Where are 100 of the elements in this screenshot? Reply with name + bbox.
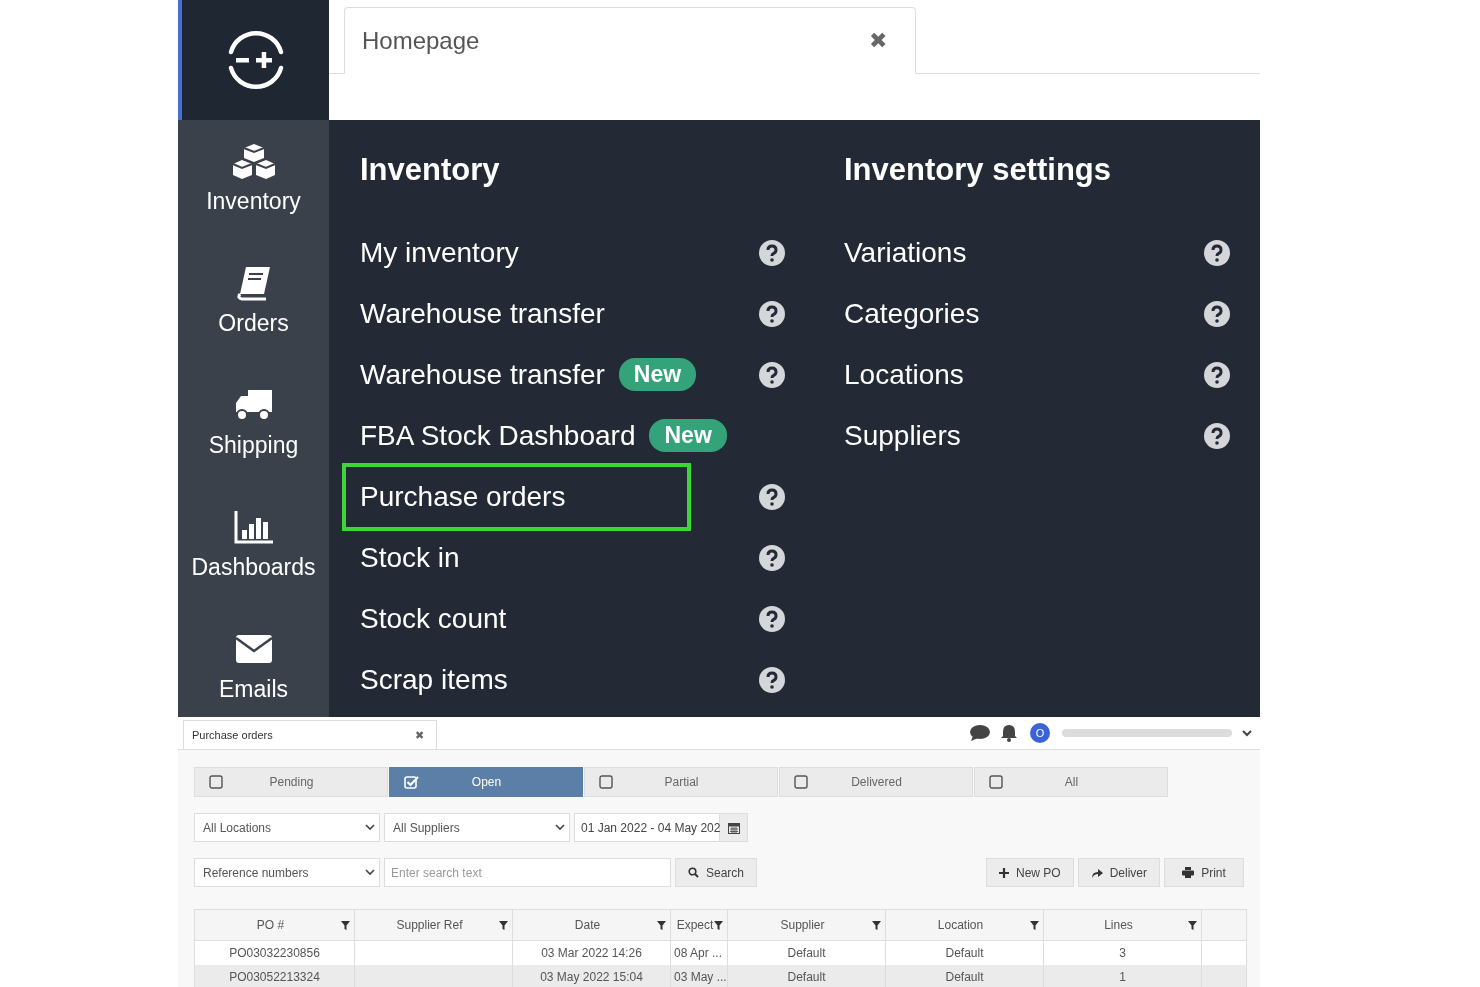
checkbox-icon [599, 775, 614, 789]
search-field[interactable]: Enter search text [384, 858, 671, 887]
help-icon[interactable] [1204, 422, 1230, 449]
chevron-down-icon [365, 824, 375, 831]
checkbox-icon [794, 775, 809, 789]
sidebar-item[interactable]: Orders [178, 264, 329, 386]
share-arrow-icon [1090, 867, 1103, 878]
menu-item[interactable]: Categories [826, 285, 998, 342]
dropdown-value: Reference numbers [203, 865, 309, 880]
filter-icon[interactable] [341, 921, 350, 930]
menu-item[interactable]: My inventory [342, 224, 537, 281]
menu-heading: Inventory [360, 152, 501, 189]
sidebar-item[interactable]: Emails [178, 630, 329, 717]
menu-heading: Inventory settings [844, 152, 1112, 189]
bar-chart-icon [233, 508, 274, 546]
status-filter-tab[interactable]: Open [389, 767, 583, 797]
tab-title: Purchase orders [192, 729, 274, 741]
filter-icon[interactable] [1030, 921, 1039, 930]
page-tab[interactable]: Homepage ✖ [344, 7, 916, 74]
boxes-icon [231, 142, 276, 180]
menu-item[interactable]: Stock in [342, 529, 478, 586]
action-button[interactable]: Print [1164, 858, 1244, 887]
calendar-button[interactable] [720, 813, 748, 842]
help-icon[interactable] [1204, 239, 1230, 266]
table-cell: PO03032230856 [229, 946, 320, 960]
column-header[interactable]: Lines [1044, 910, 1202, 940]
menu-item[interactable]: Scrap items [342, 651, 526, 708]
menu-item[interactable]: Purchase orders [342, 462, 692, 531]
menu-item[interactable]: Suppliers [826, 407, 979, 464]
table-cell: Default [945, 946, 984, 960]
sidebar-item[interactable]: Dashboards [178, 508, 329, 630]
table-cell: PO03052213324 [229, 970, 320, 984]
supplier-dropdown[interactable]: All Suppliers [384, 813, 570, 842]
checkbox-icon [209, 775, 224, 789]
chevron-down-icon [555, 824, 565, 831]
column-header[interactable]: Expect [671, 910, 728, 940]
close-icon[interactable]: ✖ [869, 28, 887, 54]
calendar-icon [727, 821, 740, 834]
checked-checkbox-icon [404, 775, 419, 789]
column-header[interactable]: Supplier [728, 910, 886, 940]
chat-icon[interactable] [970, 725, 990, 741]
chevron-down-icon [365, 869, 375, 876]
date-range-field[interactable]: 01 Jan 2022 - 04 May 202 [574, 813, 720, 842]
menu-item[interactable]: Warehouse transfer [342, 285, 623, 342]
filter-icon[interactable] [872, 921, 881, 930]
location-dropdown[interactable]: All Locations [194, 813, 380, 842]
table-cell: Default [787, 946, 826, 960]
search-icon [688, 867, 699, 878]
book-icon [235, 264, 272, 302]
help-icon[interactable] [759, 483, 785, 510]
page-tab[interactable]: Purchase orders ✖ [183, 720, 437, 749]
table-cell: 3 [1119, 946, 1126, 960]
dropdown-value: All Suppliers [393, 820, 460, 835]
checkbox-icon [989, 775, 1004, 789]
status-filter-tab[interactable]: All [974, 767, 1168, 797]
search-button[interactable]: Search [675, 858, 758, 887]
printer-icon [1182, 867, 1195, 878]
status-filter-tab[interactable]: Pending [194, 767, 388, 797]
filter-icon[interactable] [1188, 921, 1197, 930]
user-avatar[interactable]: O [1030, 723, 1050, 743]
close-icon[interactable]: ✖ [415, 728, 424, 742]
column-header[interactable]: PO # [195, 910, 355, 940]
help-icon[interactable] [759, 239, 785, 266]
tab-title: Homepage [362, 27, 481, 55]
column-header[interactable]: Supplier Ref [355, 910, 513, 940]
table-cell: 03 May ... [674, 970, 727, 984]
help-icon[interactable] [759, 300, 785, 327]
menu-item[interactable]: Locations [826, 346, 982, 403]
plus-icon [998, 867, 1009, 878]
filter-icon[interactable] [714, 921, 723, 930]
new-badge: New [649, 419, 727, 452]
table-cell: Default [945, 970, 984, 984]
help-icon[interactable] [1204, 300, 1230, 327]
new-badge: New [618, 358, 697, 391]
filter-icon[interactable] [657, 921, 666, 930]
help-icon[interactable] [759, 666, 785, 693]
help-icon[interactable] [759, 544, 785, 571]
column-header[interactable]: Location [886, 910, 1044, 940]
bell-icon[interactable] [1000, 724, 1018, 742]
table-cell: 1 [1119, 970, 1126, 984]
action-button[interactable]: Deliver [1077, 858, 1160, 887]
menu-item[interactable]: Variations [826, 224, 985, 281]
sidebar-item[interactable]: Inventory [178, 142, 329, 264]
column-header[interactable]: Date [513, 910, 671, 940]
sidebar-item[interactable]: Shipping [178, 386, 329, 508]
menu-item[interactable]: Stock count [342, 590, 525, 647]
status-filter-tab[interactable]: Partial [584, 767, 778, 797]
table-cell: 03 May 2022 15:04 [540, 970, 643, 984]
table-cell: Default [787, 970, 826, 984]
status-filter-tab[interactable]: Delivered [779, 767, 973, 797]
search-by-dropdown[interactable]: Reference numbers [194, 858, 380, 887]
table-cell: 03 Mar 2022 14:26 [541, 946, 642, 960]
chevron-down-icon[interactable] [1242, 729, 1252, 737]
help-icon[interactable] [759, 605, 785, 632]
action-button[interactable]: New PO [985, 858, 1074, 887]
dropdown-value: All Locations [203, 820, 272, 835]
table-cell: 08 Apr ... [674, 946, 723, 960]
help-icon[interactable] [759, 361, 785, 388]
help-icon[interactable] [1204, 361, 1230, 388]
filter-icon[interactable] [499, 921, 508, 930]
